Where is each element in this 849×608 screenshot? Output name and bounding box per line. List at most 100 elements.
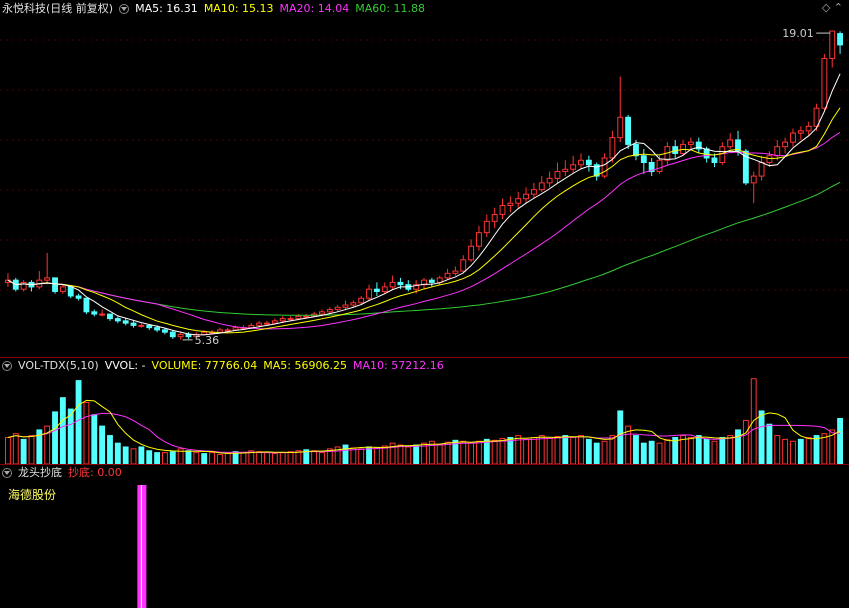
candle-body [381,286,388,292]
candle-body [585,159,592,166]
volume-bar [20,438,27,464]
ma5-line [7,73,841,336]
candle-body [750,175,757,184]
volume-chart[interactable] [0,358,849,464]
candle-body [444,272,451,279]
candle-body [256,322,263,326]
candle-body [216,329,223,333]
volume-bar [444,441,451,464]
volume-panel: VOL-TDX(5,10) VVOL: - VOLUME: 77766.04 MA5:… [0,358,849,464]
volume-bar [154,452,161,464]
candle-body [52,277,58,292]
indicator-chart[interactable] [0,465,849,608]
volume-bar [436,443,443,464]
candle-body [287,318,294,321]
candle-body [366,288,372,299]
low-price-label: 5.36 [195,334,220,347]
volume-bar [578,435,584,464]
candle-body [782,141,789,148]
volume-bar [264,452,270,464]
volume-bar [711,440,718,464]
volume-bar [287,451,294,464]
volume-bar [4,436,11,464]
volume-bar [727,435,734,464]
candle-body [578,159,584,166]
volume-bar [837,418,844,464]
volume-bar [530,436,537,464]
indicator-panel: 龙头抄底 抄底: 0.00 [0,465,849,608]
volume-bar [585,438,592,464]
volume-bar [405,446,412,464]
candle-body [75,295,82,299]
candle-body [122,320,129,324]
candle-body [59,286,66,292]
ma10-line [7,107,841,334]
candle-body [483,220,490,234]
candle-body [633,143,639,157]
candle-body [264,322,270,325]
candle-body [452,270,459,274]
volume-bar [169,451,176,464]
candle-body [640,155,647,164]
candle-body [727,139,734,148]
volume-bar [570,436,577,464]
candle-body [358,297,365,304]
candle-body [719,146,726,164]
volume-bar [52,411,58,464]
volume-bar [774,435,781,464]
candle-body [350,302,357,306]
volume-bar [114,442,121,464]
volume-bar [28,435,35,464]
candle-body [601,157,608,177]
volume-bar [311,450,318,464]
volume-bar [617,410,624,464]
candle-body [146,324,153,329]
volume-bar [483,438,490,464]
volume-bar [366,446,372,464]
volume-bar [546,437,553,464]
candle-body [515,198,522,204]
candle-body [428,279,435,283]
candle-body [319,311,325,315]
volume-bar [766,423,773,464]
candle-body [562,168,569,173]
candle-body [687,141,694,145]
high-price-label: 19.01 [782,27,814,40]
candle-body [107,313,113,320]
ma60-line [7,181,841,316]
volume-bar [91,414,98,464]
candle-body [295,315,302,320]
candle-body [468,245,475,261]
volume-bar [319,452,325,464]
volume-bar [703,438,710,464]
volume-bar [782,438,789,464]
candle-body [609,137,616,159]
volume-bar [240,452,247,464]
volume-bar [656,442,663,464]
volume-bar [562,435,569,464]
candle-body [797,130,804,134]
volume-bar [209,452,215,464]
volume-bar [554,436,561,464]
volume-bar [695,435,702,464]
candle-body [342,304,349,308]
volume-bar [99,425,106,464]
volume-bar [476,440,482,464]
candle-body [538,182,545,191]
volume-bar [256,451,263,464]
candle-body [656,159,663,173]
volume-bar [107,435,113,464]
volume-bar [193,452,200,464]
volume-bar [271,453,278,464]
volume-bar [719,436,726,464]
candle-body [530,189,537,195]
candle-body [224,329,231,332]
price-chart[interactable]: 19.01 5.36 [0,0,849,357]
volume-bar [146,450,153,464]
volume-bar [538,435,545,464]
candle-body [546,177,553,184]
volume-bar [122,446,129,464]
candle-body [130,322,137,326]
candle-body [758,162,765,177]
candle-body [711,157,718,164]
